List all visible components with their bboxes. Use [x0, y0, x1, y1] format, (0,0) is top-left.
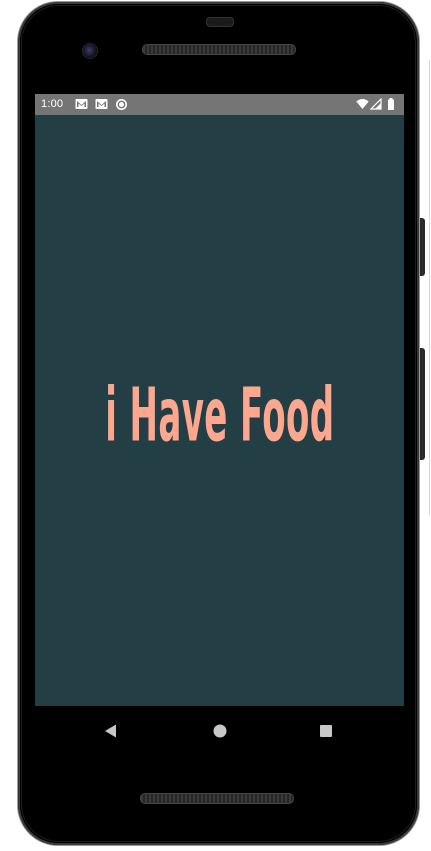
front-camera	[82, 43, 98, 59]
navigation-bar	[35, 706, 404, 754]
earpiece	[206, 17, 234, 27]
home-icon[interactable]	[211, 722, 229, 740]
device-edge	[429, 60, 430, 515]
screen: 1:00 i Have Food	[35, 94, 404, 706]
splash-content: i Have Food	[35, 115, 404, 706]
recents-icon[interactable]	[317, 722, 335, 740]
battery-icon	[387, 98, 400, 111]
sync-icon	[115, 98, 128, 111]
wifi-icon	[356, 98, 369, 111]
back-icon[interactable]	[102, 722, 120, 740]
bottom-speaker-grille	[140, 793, 294, 804]
status-bar: 1:00	[35, 94, 404, 115]
volume-button[interactable]	[419, 348, 425, 460]
cell-signal-icon	[370, 98, 383, 111]
power-button[interactable]	[419, 218, 425, 276]
gmail-icon	[95, 98, 108, 111]
status-time: 1:00	[41, 98, 64, 110]
top-speaker-grille	[142, 44, 296, 55]
gmail-icon	[75, 98, 88, 111]
app-title: i Have Food	[104, 371, 335, 458]
phone-frame: 1:00 i Have Food	[18, 2, 419, 845]
